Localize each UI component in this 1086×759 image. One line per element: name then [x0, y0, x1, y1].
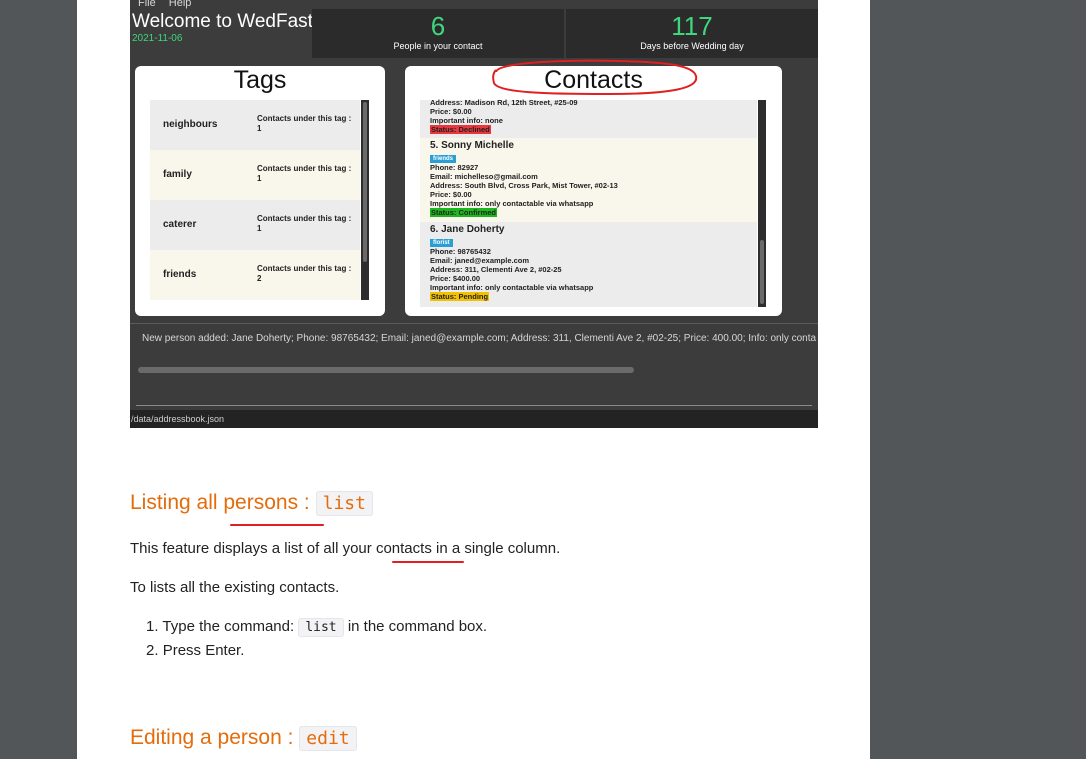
- tag-name: friends: [163, 269, 197, 280]
- annotation-underline: [392, 561, 464, 563]
- app-screenshot: File Help Welcome to WedFast! 2021-11-06…: [130, 0, 818, 428]
- data-file-path: /data/addressbook.json: [131, 414, 225, 424]
- status-badge: Status: Declined: [430, 125, 491, 134]
- tag-name: neighbours: [163, 119, 218, 130]
- menu-help[interactable]: Help: [169, 0, 192, 9]
- stat-days: 117 Days before Wedding day: [566, 9, 818, 58]
- contact-price: Price: $0.00: [430, 107, 472, 116]
- days-count: 117: [671, 11, 713, 41]
- status-badge: Status: Confirmed: [430, 208, 498, 217]
- tag-row[interactable]: caterer Contacts under this tag :1: [150, 200, 360, 250]
- tag-chip: friends: [430, 155, 457, 163]
- status-badge: Status: Pending: [430, 292, 490, 301]
- heading-command: list: [315, 491, 373, 516]
- contact-info: Important info: only contactable via wha…: [430, 283, 594, 292]
- feature-description: This feature displays a list of all your…: [130, 540, 561, 557]
- tag-count: Contacts under this tag :2: [257, 264, 352, 283]
- tags-scroll-thumb[interactable]: [363, 102, 367, 262]
- contact-price: Price: $0.00: [430, 190, 472, 199]
- tag-row[interactable]: friends Contacts under this tag :2: [150, 250, 360, 300]
- intro-text: To lists all the existing contacts.: [130, 579, 340, 596]
- tag-count: Contacts under this tag :1: [257, 114, 352, 133]
- status-bar: /data/addressbook.json: [130, 410, 818, 428]
- result-display: New person added: Jane Doherty; Phone: 9…: [130, 323, 818, 376]
- contact-email: Email: michelleso@gmail.com: [430, 172, 538, 181]
- document-page: File Help Welcome to WedFast! 2021-11-06…: [77, 0, 870, 759]
- annotation-circle: [492, 59, 698, 96]
- command-box-line[interactable]: [136, 405, 812, 406]
- tags-panel: Tags neighbours Contacts under this tag …: [135, 66, 385, 316]
- step-item: 1. Type the command: list in the command…: [146, 618, 488, 637]
- contact-address: Address: South Blvd, Cross Park, Mist To…: [430, 181, 618, 190]
- step-item: 2. Press Enter.: [146, 642, 245, 659]
- contact-name: 5. Sonny Michelle: [430, 140, 514, 151]
- result-scrollbar[interactable]: [138, 367, 634, 373]
- welcome-title: Welcome to WedFast!: [132, 11, 319, 32]
- contact-card[interactable]: Address: Madison Rd, 12th Street, #25-09…: [420, 98, 757, 138]
- tag-row[interactable]: neighbours Contacts under this tag :1: [150, 100, 360, 150]
- tag-name: family: [163, 169, 192, 180]
- contact-email: Email: janed@example.com: [430, 256, 530, 265]
- date-label: 2021-11-06: [132, 33, 183, 44]
- heading-text: Listing all persons :: [130, 491, 310, 514]
- annotation-underline: [230, 524, 324, 526]
- people-count: 6: [430, 11, 446, 41]
- contact-info: Important info: none: [430, 116, 503, 125]
- contact-address: Address: 311, Clementi Ave 2, #02-25: [430, 265, 562, 274]
- section-heading-list: Listing all persons : list: [130, 491, 373, 516]
- result-text: New person added: Jane Doherty; Phone: 9…: [142, 333, 817, 344]
- contacts-scrollbar[interactable]: [758, 100, 766, 307]
- days-label: Days before Wedding day: [640, 41, 744, 51]
- contacts-scroll-thumb[interactable]: [760, 240, 764, 304]
- contact-card[interactable]: 6. Jane Doherty florist Phone: 98765432 …: [420, 222, 757, 307]
- contact-phone: Phone: 98765432: [430, 247, 491, 256]
- contact-info: Important info: only contactable via wha…: [430, 199, 594, 208]
- heading-command: edit: [299, 726, 357, 751]
- section-heading-edit: Editing a person : edit: [130, 726, 357, 751]
- tag-chip: florist: [430, 239, 453, 247]
- menu-bar: File Help: [138, 0, 201, 9]
- contact-card[interactable]: 5. Sonny Michelle friends Phone: 82927 E…: [420, 138, 757, 222]
- tags-title: Tags: [233, 66, 287, 94]
- tags-scrollbar[interactable]: [361, 100, 369, 300]
- people-label: People in your contact: [393, 41, 483, 51]
- heading-text: Editing a person :: [130, 726, 294, 749]
- contact-name: 6. Jane Doherty: [430, 224, 505, 235]
- inline-code: list: [298, 618, 344, 637]
- tag-name: caterer: [163, 219, 197, 230]
- contacts-panel: Contacts Address: Madison Rd, 12th Stree…: [405, 66, 782, 316]
- stat-people: 6 People in your contact: [312, 9, 564, 58]
- tag-count: Contacts under this tag :1: [257, 214, 352, 233]
- contact-phone: Phone: 82927: [430, 163, 479, 172]
- tag-row[interactable]: family Contacts under this tag :1: [150, 150, 360, 200]
- menu-file[interactable]: File: [138, 0, 156, 9]
- tag-count: Contacts under this tag :1: [257, 164, 352, 183]
- contact-price: Price: $400.00: [430, 274, 481, 283]
